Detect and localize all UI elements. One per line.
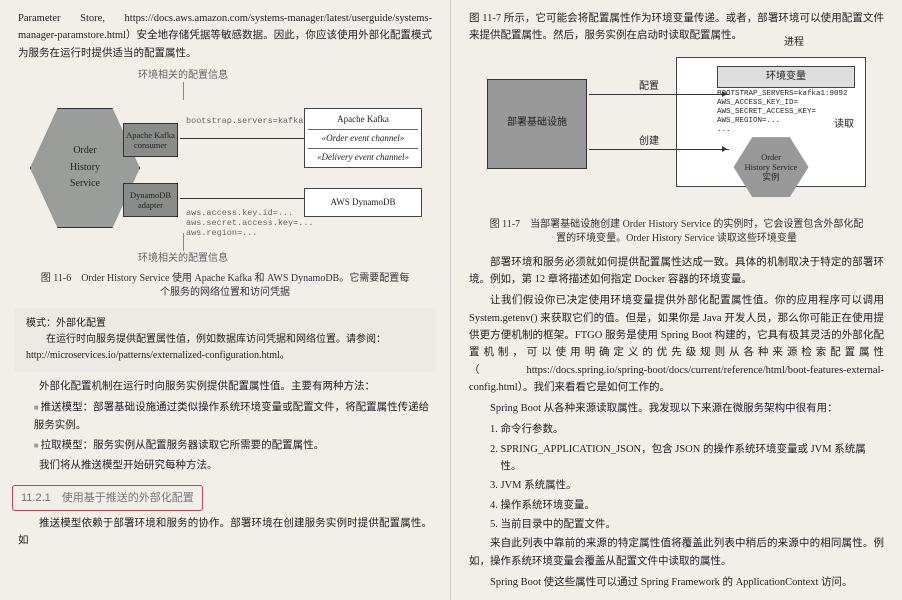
intro-text: Parameter Store, https://docs.aws.amazon…	[18, 10, 432, 62]
para-sources-intro: Spring Boot 从各种来源读取属性。我发现以下来源在微服务架构中很有用：	[469, 400, 884, 417]
annotation-top: 环境相关的配置信息	[138, 68, 228, 85]
delivery-channel: «Delivery event channel»	[308, 148, 418, 165]
figure-11-7-caption: 图 11-7 当部署基础设施创建 Order History Service 的…	[489, 218, 864, 246]
arrow-dynamo	[180, 198, 318, 199]
para-spring-boot: 让我们假设你已决定使用环境变量提供外部化配置属性值。你的应用程序可以调用 Sys…	[469, 292, 884, 396]
configure-label: 配置	[639, 79, 659, 96]
arrow-configure	[589, 94, 729, 95]
right-page: 图 11-7 所示，它可能会将配置属性作为环境变量传递。或者，部署环境可以使用配…	[451, 0, 902, 600]
figure-11-6-caption: 图 11-6 Order History Service 使用 Apache K…	[38, 272, 412, 300]
source-jvm: JVM 系统属性。	[501, 477, 885, 494]
push-model-item: 推送模型：部署基础设施通过类似操作系统环境变量或配置文件，将配置属性传递给服务实…	[34, 399, 432, 434]
deploy-infra-box: 部署基础设施	[487, 79, 587, 169]
methods-outro: 我们将从推送模型开始研究每种方法。	[18, 457, 432, 474]
source-spring-json: SPRING_APPLICATION_JSON，包含 JSON 的操作系统环境变…	[501, 441, 885, 476]
dynamodb-box: AWS DynamoDB	[304, 188, 422, 217]
para-override: 来自此列表中靠前的来源的特定属性值将覆盖此列表中稍后的来源中的相同属性。例如，操…	[469, 535, 884, 570]
source-config-file: 当前目录中的配置文件。	[501, 516, 885, 533]
annotation-bottom: 环境相关的配置信息	[138, 251, 228, 268]
left-page: Parameter Store, https://docs.aws.amazon…	[0, 0, 451, 600]
pattern-body: 在运行时向服务提供配置属性值，例如数据库访问凭据和网络位置。请参阅：http:/…	[26, 332, 424, 364]
section-11-2-1-heading: 11.2.1 使用基于推送的外部化配置	[12, 485, 203, 511]
env-var-box: 环境变量	[717, 66, 855, 89]
arrow-kafka	[180, 138, 318, 139]
methods-intro: 外部化配置机制在运行时向服务实例提供配置属性值。主要有两种方法：	[18, 378, 432, 395]
create-label: 创建	[639, 134, 659, 151]
para-appcontext: Spring Boot 使这些属性可以通过 Spring Framework 的…	[469, 574, 884, 591]
process-label: 进程	[784, 35, 804, 52]
aws-config: aws.access.key.id=... aws.secret.access.…	[186, 208, 314, 239]
methods-list: 推送模型：部署基础设施通过类似操作系统环境变量或配置文件，将配置属性传递给服务实…	[34, 399, 432, 454]
arrow-create	[589, 149, 729, 150]
order-channel: «Order event channel»	[308, 129, 418, 146]
para-deploy-env: 部署环境和服务必须就如何提供配置属性达成一致。具体的机制取决于特定的部署环境。例…	[469, 254, 884, 289]
kafka-box: Apache Kafka «Order event channel» «Deli…	[304, 108, 422, 169]
figure-11-6: 环境相关的配置信息 Order History Service Apache K…	[18, 68, 432, 268]
figure-11-7: 部署基础设施 进程 环境变量 BOOTSTRAP_SERVERS=kafka1:…	[469, 49, 884, 214]
source-cli: 命令行参数。	[501, 421, 885, 438]
push-intro: 推送模型依赖于部署环境和服务的协作。部署环境在创建服务实例时提供配置属性。如	[18, 515, 432, 550]
kafka-consumer-box: Apache Kafka consumer	[123, 123, 178, 157]
service-instance-hexagon: Order History Service 实例	[734, 137, 809, 197]
kafka-title: Apache Kafka	[308, 112, 418, 127]
pull-model-item: 拉取模型：服务实例从配置服务器读取它所需要的配置属性。	[34, 437, 432, 454]
pattern-title: 模式：外部化配置	[26, 316, 424, 332]
read-label: 读取	[834, 117, 854, 134]
dynamodb-adapter-box: DynamoDB adapter	[123, 183, 178, 217]
sources-list: 命令行参数。 SPRING_APPLICATION_JSON，包含 JSON 的…	[501, 421, 885, 533]
source-os-env: 操作系统环境变量。	[501, 497, 885, 514]
right-intro: 图 11-7 所示，它可能会将配置属性作为环境变量传递。或者，部署环境可以使用配…	[469, 10, 884, 45]
pattern-callout: 模式：外部化配置 在运行时向服务提供配置属性值，例如数据库访问凭据和网络位置。请…	[14, 308, 436, 372]
